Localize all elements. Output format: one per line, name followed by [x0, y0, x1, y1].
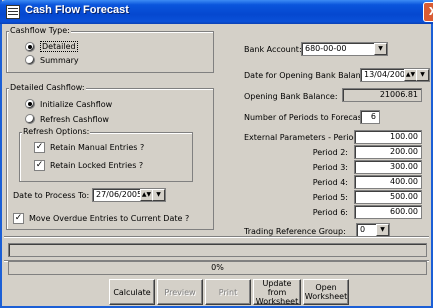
- radio-indicator[interactable]: [25, 55, 35, 65]
- print-button[interactable]: Print: [205, 279, 251, 305]
- preview-button[interactable]: Preview: [157, 279, 203, 305]
- radio-detailed-label: Detailed: [40, 41, 78, 52]
- retain-locked-checkbox[interactable]: ✓ Retain Locked Entries ?: [34, 160, 143, 171]
- bank-account-combo[interactable]: 680-00-00 ▼: [301, 42, 388, 56]
- calculate-button[interactable]: Calculate: [109, 279, 155, 305]
- external-param-label-3: Period 3:: [312, 163, 348, 172]
- external-param-field-4[interactable]: 400.00: [354, 175, 422, 189]
- cash-flow-forecast-window: Cash Flow Forecast X Cashflow Type: Deta…: [0, 0, 433, 308]
- external-param-field-5[interactable]: 500.00: [354, 190, 422, 204]
- radio-indicator[interactable]: [25, 99, 35, 109]
- move-overdue-label: Move Overdue Entries to Current Date ?: [29, 214, 190, 223]
- radio-summary[interactable]: Summary: [25, 55, 79, 65]
- cashflow-type-group: Cashflow Type: Detailed Summary: [6, 26, 214, 73]
- date-to-process-field[interactable]: 27/06/2005 ▲▼ ▼: [92, 188, 166, 202]
- open-worksheet-button[interactable]: Open Worksheet: [303, 279, 349, 305]
- radio-refresh-label: Refresh Cashflow: [40, 114, 109, 124]
- dropdown-arrow-icon[interactable]: ▼: [152, 189, 165, 201]
- radio-detailed[interactable]: Detailed: [25, 41, 78, 52]
- retain-manual-label: Retain Manual Entries ?: [50, 143, 145, 152]
- external-param-field-1[interactable]: 100.00: [354, 130, 422, 144]
- update-from-worksheet-button[interactable]: Update from Worksheet: [253, 279, 301, 306]
- window-title: Cash Flow Forecast: [25, 4, 129, 16]
- radio-indicator[interactable]: [25, 114, 35, 124]
- external-param-label-2: Period 2:: [312, 148, 348, 157]
- bank-account-value: 680-00-00: [305, 44, 347, 53]
- cashflow-type-legend: Cashflow Type:: [9, 26, 71, 36]
- move-overdue-checkbox[interactable]: ✓ Move Overdue Entries to Current Date ?: [13, 213, 189, 224]
- date-to-process-value: 27/06/2005: [96, 190, 143, 199]
- separator: [4, 236, 429, 238]
- external-param-field-3[interactable]: 300.00: [354, 160, 422, 174]
- opening-date-field[interactable]: 13/04/2005 ▲▼ ▼: [360, 68, 430, 82]
- radio-initialize-cashflow[interactable]: Initialize Cashflow: [25, 99, 112, 109]
- periods-label: Number of Periods to Forecast:: [244, 113, 368, 122]
- opening-date-label: Date for Opening Bank Balance:: [244, 71, 373, 80]
- trading-group-combo[interactable]: 0 ▼: [356, 223, 390, 237]
- external-param-label-4: Period 4:: [312, 178, 348, 187]
- trading-group-label: Trading Reference Group:: [244, 227, 346, 236]
- close-button[interactable]: X: [423, 2, 433, 22]
- radio-summary-label: Summary: [40, 55, 79, 65]
- title-bar[interactable]: Cash Flow Forecast X: [0, 0, 433, 24]
- periods-field[interactable]: 6: [360, 110, 380, 124]
- dropdown-arrow-icon[interactable]: ▼: [416, 69, 429, 81]
- date-to-process-label: Date to Process To:: [13, 191, 90, 200]
- radio-indicator[interactable]: [25, 41, 35, 52]
- retain-manual-checkbox[interactable]: ✓ Retain Manual Entries ?: [34, 142, 144, 153]
- radio-refresh-cashflow[interactable]: Refresh Cashflow: [25, 114, 109, 124]
- retain-locked-label: Retain Locked Entries ?: [50, 161, 144, 170]
- external-param-label-1: External Parameters - Period 1:: [244, 133, 369, 142]
- refresh-options-legend: Refresh Options:: [22, 127, 91, 137]
- dropdown-arrow-icon[interactable]: ▼: [374, 43, 387, 55]
- radio-initialize-label: Initialize Cashflow: [40, 99, 113, 109]
- opening-balance-label: Opening Bank Balance:: [244, 92, 338, 101]
- trading-group-value: 0: [360, 225, 366, 234]
- refresh-options-group: Refresh Options: ✓ Retain Manual Entries…: [19, 127, 193, 182]
- bank-account-label: Bank Account:: [244, 45, 302, 54]
- external-param-field-2[interactable]: 200.00: [354, 145, 422, 159]
- check-mark-icon[interactable]: ✓: [13, 213, 24, 224]
- progress-percent: 0%: [211, 263, 224, 272]
- dropdown-arrow-icon[interactable]: ▼: [376, 224, 389, 236]
- status-bar: [8, 243, 427, 257]
- detailed-cashflow-legend: Detailed Cashflow:: [9, 83, 86, 93]
- check-mark-icon[interactable]: ✓: [34, 142, 45, 153]
- external-param-label-6: Period 6:: [312, 208, 348, 217]
- external-param-label-5: Period 5:: [312, 193, 348, 202]
- external-param-field-6[interactable]: 600.00: [354, 205, 422, 219]
- progress-bar: 0%: [8, 261, 427, 275]
- check-mark-icon[interactable]: ✓: [34, 160, 45, 171]
- app-icon: [6, 5, 20, 19]
- opening-balance-field: 21006.81: [342, 88, 422, 102]
- detailed-cashflow-group: Detailed Cashflow: Initialize Cashflow R…: [6, 83, 214, 230]
